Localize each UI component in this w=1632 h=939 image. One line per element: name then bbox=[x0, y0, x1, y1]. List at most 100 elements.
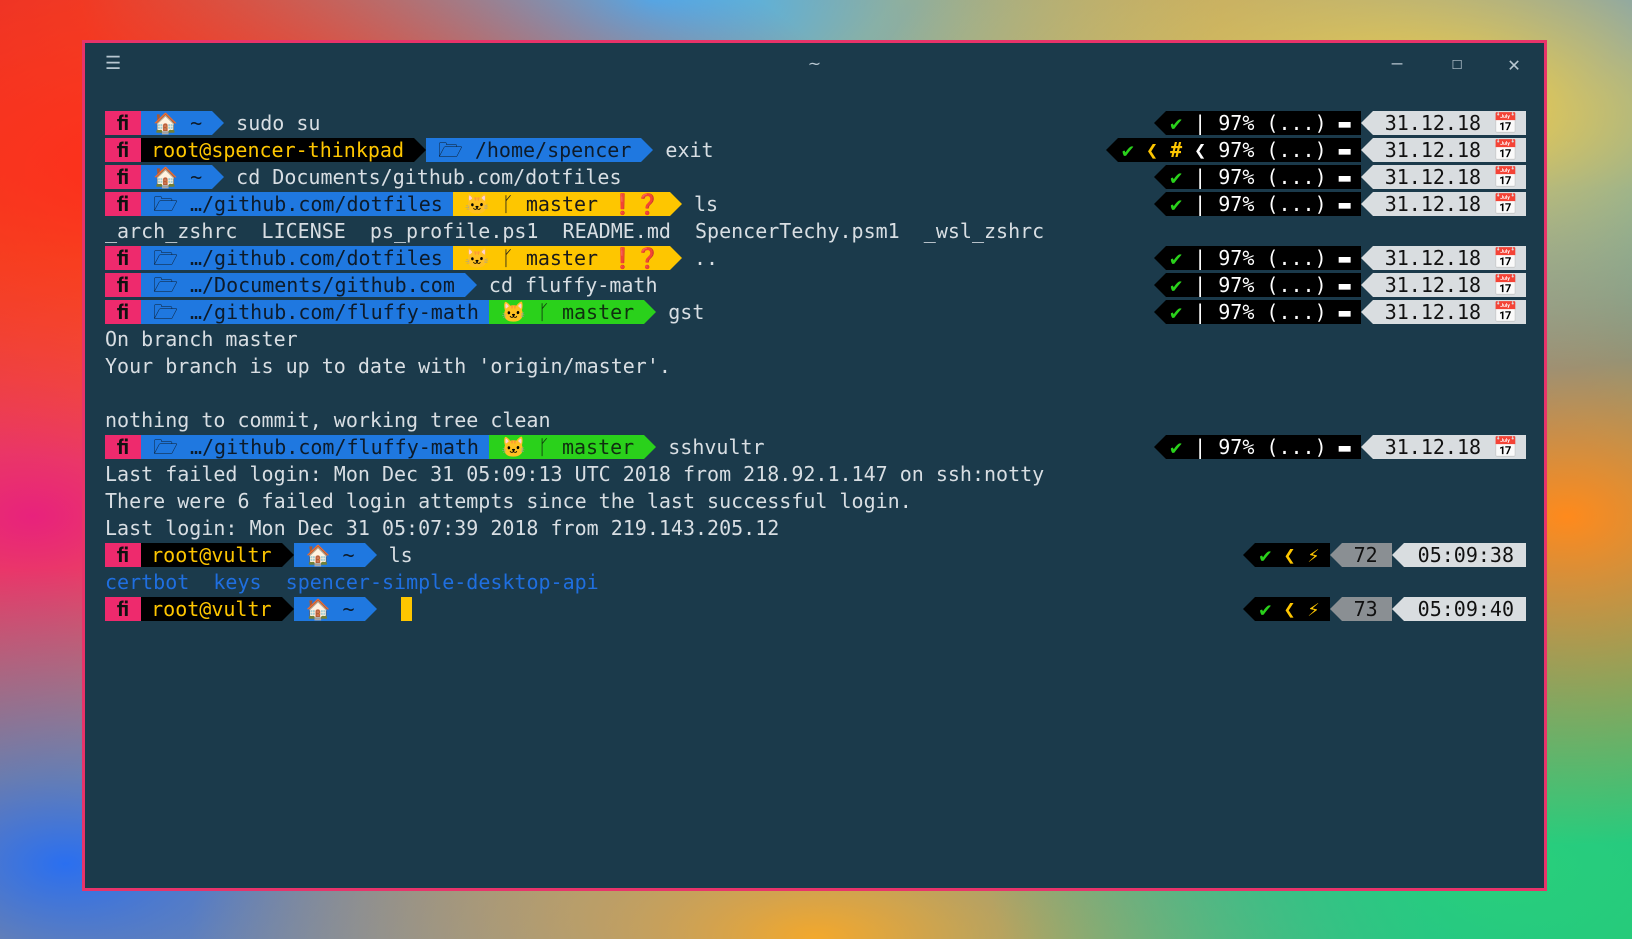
path-segment: 🗁 …/Documents/github.com bbox=[141, 273, 465, 297]
segment-arrow bbox=[1360, 165, 1373, 189]
load-indicator: (...) bbox=[1254, 192, 1339, 216]
prompt-line: ﬁ 🏠 ~ sudo su bbox=[105, 110, 1044, 137]
date-segment: 31.12.18 📅 bbox=[1372, 435, 1526, 459]
segment-arrow bbox=[1360, 111, 1373, 135]
right-prompt: ✔ | 97% (...) ▬ 31.12.18 📅 bbox=[1154, 245, 1526, 272]
os-icon: ﬁ bbox=[105, 111, 142, 135]
date-segment: 31.12.18 📅 bbox=[1372, 300, 1526, 324]
prompt-line: ﬁ 🗁 …/github.com/dotfiles 🐱 ᚴ master ❗❓ l… bbox=[105, 191, 1044, 218]
right-prompt: ✔ ❮ ⚡ 73 05:09:40 bbox=[1243, 596, 1526, 623]
segment-arrow bbox=[1154, 246, 1167, 270]
battery-percent: 97% bbox=[1218, 165, 1255, 189]
branch-icon: ᚴ bbox=[537, 435, 562, 459]
github-icon: 🐱 bbox=[464, 246, 502, 270]
date-segment: 31.12.18 📅 bbox=[1372, 165, 1526, 189]
os-icon: ﬁ bbox=[105, 192, 142, 216]
folder-icon: 🗁 bbox=[438, 138, 475, 162]
prompt-line: ﬁ root@vultr 🏠 ~ ls bbox=[105, 542, 1044, 569]
home-icon: 🏠 bbox=[305, 597, 343, 621]
ls-output: certbot keys spencer-simple-desktop-api bbox=[105, 569, 1044, 596]
segment-arrow bbox=[1105, 138, 1118, 162]
path-text: …/github.com/fluffy-math bbox=[189, 300, 479, 324]
home-icon: 🏠 bbox=[153, 165, 191, 189]
check-icon: ✔ bbox=[1259, 543, 1284, 567]
git-segment: 🐱 ᚴ master bbox=[488, 300, 645, 324]
separator: | bbox=[1194, 165, 1219, 189]
battery-percent: 97% bbox=[1218, 435, 1255, 459]
segment-arrow bbox=[1360, 138, 1373, 162]
calendar-icon: 📅 bbox=[1481, 435, 1518, 459]
status-segment: ✔ | 97% (...) ▬ bbox=[1166, 435, 1361, 459]
path-text: …/github.com/dotfiles bbox=[189, 246, 443, 270]
branch-name: master bbox=[561, 435, 635, 459]
status-segment: ✔ | 97% (...) ▬ bbox=[1166, 192, 1361, 216]
bolt-icon: ⚡ bbox=[1307, 543, 1320, 567]
battery-icon: ▬ bbox=[1338, 435, 1351, 459]
date-text: 31.12.18 bbox=[1384, 111, 1482, 135]
path-segment: 🗁 …/github.com/dotfiles bbox=[141, 192, 453, 216]
path-segment: 🗁 …/github.com/fluffy-math bbox=[141, 300, 489, 324]
date-segment: 31.12.18 📅 bbox=[1372, 192, 1526, 216]
battery-percent: 97% bbox=[1218, 192, 1255, 216]
date-text: 31.12.18 bbox=[1384, 138, 1482, 162]
segment-arrow bbox=[1329, 543, 1342, 567]
cursor[interactable] bbox=[400, 597, 412, 621]
separator: | bbox=[1194, 300, 1219, 324]
output-line: There were 6 failed login attempts since… bbox=[105, 489, 912, 513]
terminal-output[interactable]: ﬁ 🏠 ~ sudo su ﬁ root@spencer-thinkpad 🗁 /… bbox=[105, 110, 1044, 623]
os-icon: ﬁ bbox=[105, 300, 142, 324]
directory-entry: spencer-simple-desktop-api bbox=[285, 570, 599, 594]
path-segment: 🗁 /home/spencer bbox=[426, 138, 642, 162]
branch-name: master bbox=[525, 192, 599, 216]
output-line: nothing to commit, working tree clean bbox=[105, 408, 551, 432]
check-icon: ✔ bbox=[1259, 597, 1284, 621]
check-icon: ✔ bbox=[1170, 192, 1195, 216]
command-text: cd Documents/github.com/dotfiles bbox=[224, 165, 622, 189]
status-segment: ✔ | 97% (...) ▬ bbox=[1166, 300, 1361, 324]
prompt-line: ﬁ root@spencer-thinkpad 🗁 /home/spencer e… bbox=[105, 137, 1044, 164]
git-segment: 🐱 ᚴ master bbox=[488, 435, 645, 459]
branch-name: master bbox=[525, 246, 599, 270]
status-icons: ❗❓ bbox=[598, 246, 660, 270]
segment-arrow bbox=[464, 273, 477, 297]
separator: | bbox=[1194, 246, 1219, 270]
user-host-text: root@spencer-thinkpad bbox=[151, 138, 404, 162]
close-button[interactable]: ✕ bbox=[1492, 49, 1536, 79]
path-text: …/github.com/fluffy-math bbox=[189, 435, 479, 459]
segment-arrow bbox=[1360, 192, 1373, 216]
segment-arrow bbox=[1391, 543, 1404, 567]
calendar-icon: 📅 bbox=[1481, 165, 1518, 189]
command-text: cd fluffy-math bbox=[476, 273, 658, 297]
check-icon: ✔ bbox=[1170, 246, 1195, 270]
segment-arrow bbox=[1154, 165, 1167, 189]
command-text: ls bbox=[376, 543, 413, 567]
segment-arrow bbox=[1360, 435, 1373, 459]
history-number: 73 bbox=[1341, 597, 1392, 621]
prompt-line: ﬁ 🗁 …/github.com/fluffy-math 🐱 ᚴ master s… bbox=[105, 434, 1044, 461]
separator: | bbox=[1194, 111, 1219, 135]
segment-arrow bbox=[281, 543, 294, 567]
right-prompt: ✔ | 97% (...) ▬ 31.12.18 📅 bbox=[1154, 434, 1526, 461]
date-segment: 31.12.18 📅 bbox=[1372, 246, 1526, 270]
right-prompt: ✔ | 97% (...) ▬ 31.12.18 📅 bbox=[1154, 191, 1526, 218]
separator: | bbox=[1194, 435, 1219, 459]
folder-icon: 🗁 bbox=[153, 246, 190, 270]
folder-icon: 🗁 bbox=[153, 435, 190, 459]
calendar-icon: 📅 bbox=[1481, 300, 1518, 324]
command-text: ls bbox=[681, 192, 719, 216]
minimize-button[interactable]: — bbox=[1375, 49, 1419, 79]
output-line: Last login: Mon Dec 31 05:07:39 2018 fro… bbox=[105, 516, 780, 540]
home-icon: 🏠 bbox=[305, 543, 343, 567]
segment-arrow bbox=[1329, 597, 1342, 621]
os-icon: ﬁ bbox=[105, 435, 142, 459]
root-hash: # bbox=[1170, 138, 1183, 162]
segment-arrow bbox=[641, 138, 654, 162]
battery-icon: ▬ bbox=[1338, 273, 1351, 297]
segment-arrow bbox=[1360, 300, 1373, 324]
right-prompt: ✔ | 97% (...) ▬ 31.12.18 📅 bbox=[1154, 164, 1526, 191]
command-text: .. bbox=[681, 246, 719, 270]
maximize-button[interactable]: ☐ bbox=[1435, 49, 1479, 79]
path-text: …/Documents/github.com bbox=[189, 273, 455, 297]
